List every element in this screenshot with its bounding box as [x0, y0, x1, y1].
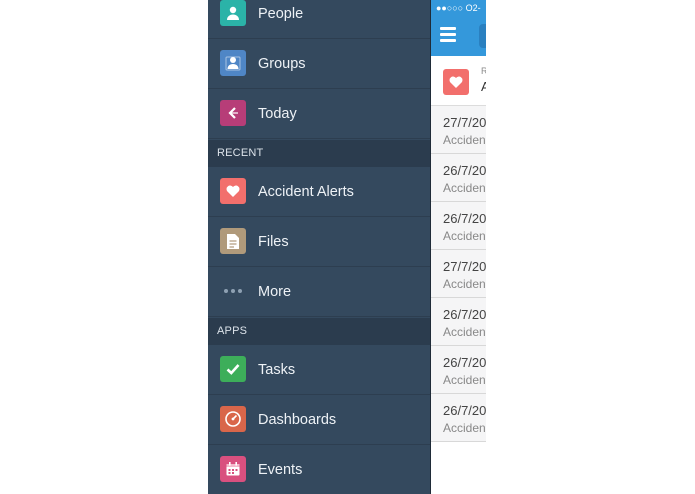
list-item[interactable]: 26/7/20 Acciden: [431, 346, 486, 394]
recent-section-header: RECENT: [208, 140, 431, 167]
record-subtitle: Acciden: [443, 277, 486, 291]
list-item[interactable]: 26/7/20 Acciden: [431, 298, 486, 346]
record-subtitle: Acciden: [443, 229, 486, 243]
record-subtitle: Acciden: [443, 181, 486, 195]
record-date: 26/7/20: [443, 211, 486, 226]
sidebar-item-label: Groups: [258, 56, 306, 72]
record-date: 27/7/20: [443, 259, 486, 274]
person-icon: [220, 0, 246, 26]
today-icon: [220, 100, 246, 126]
sidebar-item-people[interactable]: People: [208, 0, 431, 39]
record-subtitle: Acciden: [443, 325, 486, 339]
record-date: 26/7/20: [443, 403, 486, 418]
sidebar-item-more[interactable]: More: [208, 267, 431, 317]
sidebar-item-label: Accident Alerts: [258, 184, 354, 200]
sidebar-item-label: Events: [258, 462, 303, 478]
sidebar-item-files[interactable]: Files: [208, 217, 431, 267]
record-date: 26/7/20: [443, 307, 486, 322]
file-icon: [220, 228, 246, 254]
sidebar-item-label: Today: [258, 106, 297, 122]
apps-section-header: APPS: [208, 318, 431, 345]
list-item[interactable]: 27/7/20 Acciden: [431, 250, 486, 298]
sidebar-item-label: Files: [258, 234, 289, 250]
more-dots-icon: [220, 278, 246, 304]
group-icon: [220, 50, 246, 76]
app-screen: People Groups Today RECENT Accident Aler…: [208, 0, 486, 494]
sidebar-item-groups[interactable]: Groups: [208, 39, 431, 89]
gauge-icon: [220, 406, 246, 432]
record-date: 26/7/20: [443, 163, 486, 178]
list-item[interactable]: 26/7/20 Acciden: [431, 202, 486, 250]
sidebar-menu: People Groups Today RECENT Accident Aler…: [208, 0, 431, 494]
heart-icon: [443, 69, 469, 95]
status-bar: ●●○○○ O2-: [431, 0, 486, 16]
record-subtitle: Acciden: [443, 421, 486, 435]
checkmark-icon: [220, 356, 246, 382]
list-header-caption: R: [481, 66, 486, 76]
record-date: 26/7/20: [443, 355, 486, 370]
sidebar-item-accident-alerts[interactable]: Accident Alerts: [208, 167, 431, 217]
list-header-title: A: [481, 79, 486, 94]
record-date: 27/7/20: [443, 115, 486, 130]
sidebar-item-events[interactable]: Events: [208, 445, 431, 494]
sidebar-item-today[interactable]: Today: [208, 89, 431, 139]
calendar-icon: [220, 456, 246, 482]
sidebar-item-label: Dashboards: [258, 412, 337, 428]
navigation-bar: [431, 16, 486, 56]
heart-icon: [220, 178, 246, 204]
sidebar-item-label: More: [258, 284, 292, 300]
record-subtitle: Acciden: [443, 373, 486, 387]
nav-action-button[interactable]: [479, 24, 486, 48]
hamburger-menu-icon[interactable]: [440, 26, 458, 42]
list-item[interactable]: 26/7/20 Acciden: [431, 394, 486, 442]
list-header: R A: [431, 56, 486, 106]
sidebar-item-label: Tasks: [258, 362, 296, 378]
sidebar-item-dashboards[interactable]: Dashboards: [208, 395, 431, 445]
sidebar-item-label: People: [258, 6, 304, 22]
record-subtitle: Acciden: [443, 133, 486, 147]
list-item[interactable]: 26/7/20 Acciden: [431, 154, 486, 202]
list-item[interactable]: 27/7/20 Acciden: [431, 106, 486, 154]
sidebar-item-tasks[interactable]: Tasks: [208, 345, 431, 395]
main-content-panel: ●●○○○ O2- R A 27/7/20 Acciden 26/7/20 Ac…: [431, 0, 486, 494]
